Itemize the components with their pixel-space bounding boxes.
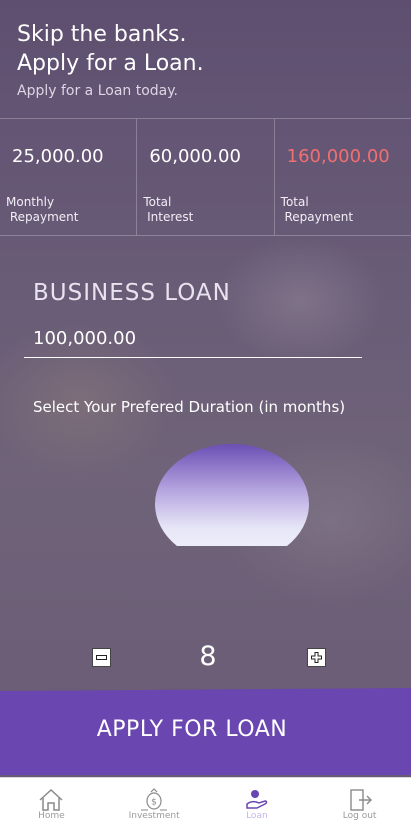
duration-dial[interactable]: [155, 444, 309, 546]
stat-label: Total Repayment: [280, 195, 354, 224]
tab-label: Log out: [342, 811, 377, 821]
minus-icon: [96, 655, 107, 660]
loan-summary-stats: 25,000.00 Monthly Repayment 60,000.00 To…: [0, 118, 411, 236]
loan-amount-field[interactable]: 100,000.00: [24, 328, 362, 358]
stat-value: 160,000.00: [286, 146, 390, 167]
apply-button-label: APPLY FOR LOAN: [96, 717, 288, 742]
tab-label: Home: [38, 811, 65, 821]
stat-label: Total Interest: [143, 195, 194, 224]
money-bag-icon: $: [141, 788, 168, 811]
loan-screen: Skip the banks. Apply for a Loan. Apply …: [0, 0, 411, 823]
hero-subtitle: Apply for a Loan today.: [17, 83, 178, 99]
loan-hand-icon: [246, 790, 268, 809]
hero-title-line1: Skip the banks.: [17, 22, 187, 47]
stat-label: Monthly Repayment: [6, 195, 79, 224]
hero-title-line2: Apply for a Loan.: [17, 51, 204, 76]
stat-total-repayment: 160,000.00 Total Repayment: [275, 119, 411, 235]
tab-logout[interactable]: Log out: [308, 778, 411, 823]
plus-icon: [311, 652, 322, 663]
tab-investment[interactable]: $ Investment: [103, 778, 206, 823]
apply-for-loan-button[interactable]: APPLY FOR LOAN: [0, 688, 411, 775]
duration-dial-shape: [155, 444, 309, 546]
tab-label: Loan: [246, 811, 268, 821]
duration-value: 8: [199, 641, 217, 672]
stat-total-interest: 60,000.00 Total Interest: [137, 119, 275, 235]
increase-duration-button[interactable]: [307, 648, 326, 667]
loan-type-title: BUSINESS LOAN: [33, 280, 231, 306]
tab-home[interactable]: Home: [0, 778, 103, 823]
stat-value: 60,000.00: [149, 146, 241, 167]
tab-loan[interactable]: Loan: [206, 778, 309, 823]
svg-text:$: $: [151, 798, 157, 808]
stat-monthly-repayment: 25,000.00 Monthly Repayment: [0, 119, 138, 235]
decrease-duration-button[interactable]: [92, 648, 111, 667]
bottom-tab-bar: Home $ Investment Loan Log out: [0, 777, 411, 823]
stat-value: 25,000.00: [12, 146, 104, 167]
home-icon: [39, 788, 63, 811]
logout-door-icon: [349, 789, 372, 811]
duration-label: Select Your Prefered Duration (in months…: [33, 398, 346, 416]
hero-title: Skip the banks. Apply for a Loan.: [17, 20, 204, 78]
tab-label: Investment: [128, 811, 180, 821]
